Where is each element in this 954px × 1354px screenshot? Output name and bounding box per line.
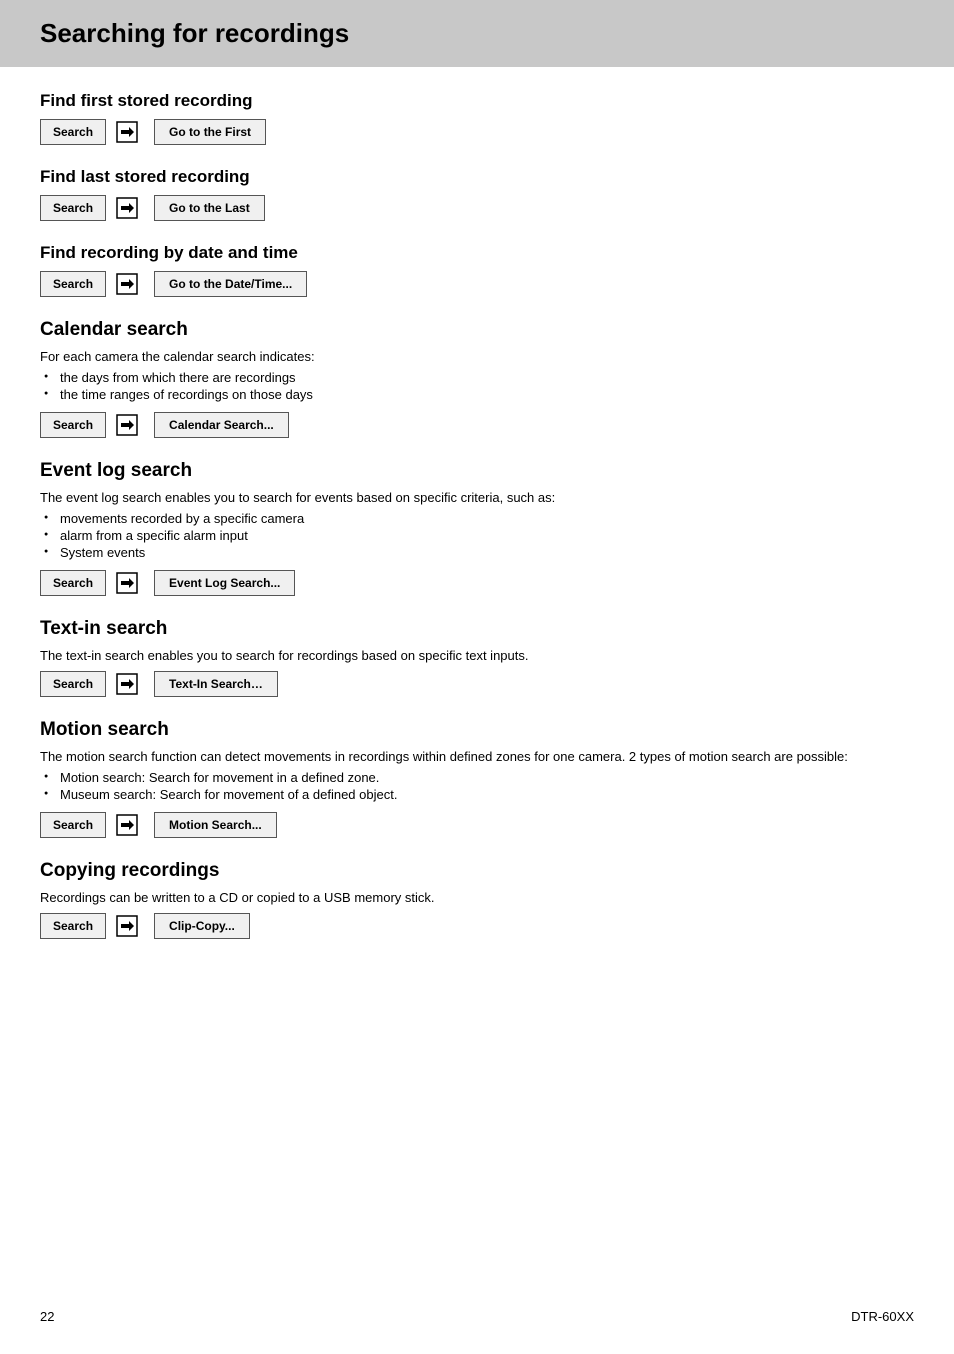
section-calendar: Calendar search For each camera the cale…: [40, 319, 914, 438]
action-button-copying[interactable]: Clip-Copy...: [154, 913, 250, 939]
section-event-log: Event log search The event log search en…: [40, 460, 914, 596]
search-button-calendar[interactable]: Search: [40, 412, 106, 438]
arrow-icon-text-in: [112, 673, 148, 695]
section-title-find-last: Find last stored recording: [40, 167, 914, 187]
section-title-text-in: Text-in search: [40, 618, 914, 640]
list-item: Museum search: Search for movement of a …: [44, 787, 914, 802]
arrow-icon-motion: [112, 814, 148, 836]
arrow-icon-find-first: [112, 121, 148, 143]
section-title-calendar: Calendar search: [40, 319, 914, 341]
section-find-date: Find recording by date and time Search G…: [40, 243, 914, 297]
search-button-text-in[interactable]: Search: [40, 671, 106, 697]
button-row-motion: Search Motion Search...: [40, 812, 914, 838]
list-item: the days from which there are recordings: [44, 370, 914, 385]
section-find-last: Find last stored recording Search Go to …: [40, 167, 914, 221]
section-text-in: Text-in search The text-in search enable…: [40, 618, 914, 697]
list-item: the time ranges of recordings on those d…: [44, 387, 914, 402]
action-button-calendar[interactable]: Calendar Search...: [154, 412, 289, 438]
list-item: alarm from a specific alarm input: [44, 528, 914, 543]
header-bar: Searching for recordings: [0, 0, 954, 67]
section-title-find-first: Find first stored recording: [40, 91, 914, 111]
arrow-icon-copying: [112, 915, 148, 937]
section-title-motion: Motion search: [40, 719, 914, 741]
action-button-motion[interactable]: Motion Search...: [154, 812, 277, 838]
action-button-find-date[interactable]: Go to the Date/Time...: [154, 271, 307, 297]
button-row-copying: Search Clip-Copy...: [40, 913, 914, 939]
section-desc-event-log: The event log search enables you to sear…: [40, 490, 914, 505]
search-button-copying[interactable]: Search: [40, 913, 106, 939]
section-motion: Motion search The motion search function…: [40, 719, 914, 838]
arrow-icon-calendar: [112, 414, 148, 436]
bullet-list-calendar: the days from which there are recordings…: [44, 370, 914, 402]
action-button-find-last[interactable]: Go to the Last: [154, 195, 265, 221]
list-item: movements recorded by a specific camera: [44, 511, 914, 526]
list-item: Motion search: Search for movement in a …: [44, 770, 914, 785]
action-button-event-log[interactable]: Event Log Search...: [154, 570, 295, 596]
button-row-event-log: Search Event Log Search...: [40, 570, 914, 596]
section-desc-calendar: For each camera the calendar search indi…: [40, 349, 914, 364]
section-title-find-date: Find recording by date and time: [40, 243, 914, 263]
content: Find first stored recording Search Go to…: [0, 91, 954, 1021]
page-title: Searching for recordings: [40, 18, 349, 48]
model-number: DTR-60XX: [851, 1309, 914, 1324]
bullet-list-event-log: movements recorded by a specific camera …: [44, 511, 914, 560]
button-row-text-in: Search Text-In Search…: [40, 671, 914, 697]
button-row-calendar: Search Calendar Search...: [40, 412, 914, 438]
search-button-motion[interactable]: Search: [40, 812, 106, 838]
arrow-icon-event-log: [112, 572, 148, 594]
search-button-find-first[interactable]: Search: [40, 119, 106, 145]
page: Searching for recordings Find first stor…: [0, 0, 954, 1354]
button-row-find-date: Search Go to the Date/Time...: [40, 271, 914, 297]
bullet-list-motion: Motion search: Search for movement in a …: [44, 770, 914, 802]
section-copying: Copying recordings Recordings can be wri…: [40, 860, 914, 939]
section-title-event-log: Event log search: [40, 460, 914, 482]
section-desc-copying: Recordings can be written to a CD or cop…: [40, 890, 914, 905]
section-title-copying: Copying recordings: [40, 860, 914, 882]
list-item: System events: [44, 545, 914, 560]
arrow-icon-find-last: [112, 197, 148, 219]
button-row-find-first: Search Go to the First: [40, 119, 914, 145]
footer: 22 DTR-60XX: [40, 1309, 914, 1324]
search-button-find-date[interactable]: Search: [40, 271, 106, 297]
button-row-find-last: Search Go to the Last: [40, 195, 914, 221]
search-button-event-log[interactable]: Search: [40, 570, 106, 596]
section-find-first: Find first stored recording Search Go to…: [40, 91, 914, 145]
page-number: 22: [40, 1309, 54, 1324]
action-button-find-first[interactable]: Go to the First: [154, 119, 266, 145]
action-button-text-in[interactable]: Text-In Search…: [154, 671, 278, 697]
arrow-icon-find-date: [112, 273, 148, 295]
section-desc-text-in: The text-in search enables you to search…: [40, 648, 914, 663]
section-desc-motion: The motion search function can detect mo…: [40, 749, 914, 764]
search-button-find-last[interactable]: Search: [40, 195, 106, 221]
